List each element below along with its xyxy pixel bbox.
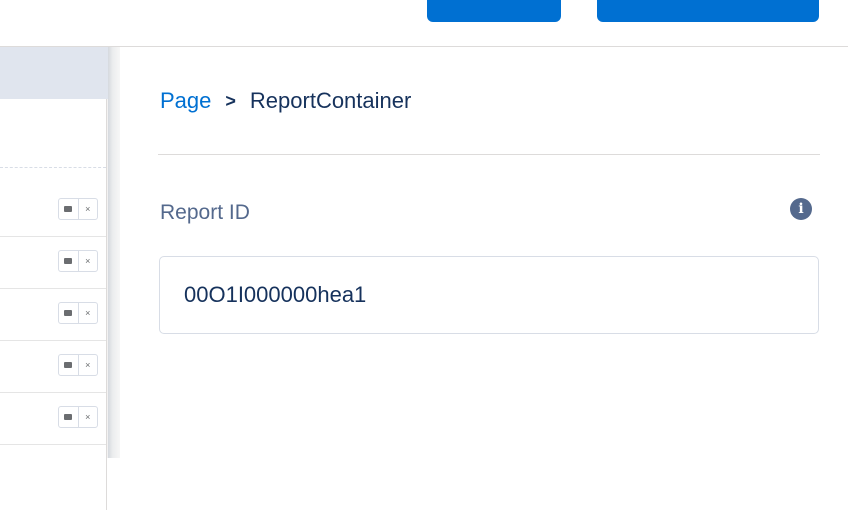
- close-icon: ×: [85, 308, 91, 318]
- envelope-icon: [64, 362, 73, 368]
- row-actions: ×: [58, 250, 98, 272]
- row-actions: ×: [58, 302, 98, 324]
- canvas-panel: × × × × ×: [0, 47, 108, 510]
- section-divider: [158, 154, 820, 155]
- envelope-icon: [64, 414, 73, 420]
- canvas-card: × × × × ×: [0, 99, 107, 510]
- top-toolbar: [0, 0, 848, 47]
- row-actions: ×: [58, 198, 98, 220]
- info-icon[interactable]: i: [790, 198, 812, 220]
- properties-panel: Page > ReportContainer Report ID i: [120, 47, 848, 458]
- email-button[interactable]: [59, 407, 78, 427]
- canvas-header: [0, 47, 108, 99]
- list-item[interactable]: ×: [0, 236, 106, 289]
- breadcrumb-separator: >: [225, 90, 236, 111]
- remove-button[interactable]: ×: [77, 199, 98, 219]
- email-button[interactable]: [59, 251, 78, 271]
- list-item[interactable]: ×: [0, 392, 106, 445]
- report-id-label: Report ID: [160, 201, 250, 224]
- remove-button[interactable]: ×: [77, 303, 98, 323]
- close-icon: ×: [85, 412, 91, 422]
- close-icon: ×: [85, 360, 91, 370]
- list-item[interactable]: ×: [0, 184, 106, 237]
- remove-button[interactable]: ×: [77, 251, 98, 271]
- row-actions: ×: [58, 354, 98, 376]
- report-id-input[interactable]: [159, 256, 819, 334]
- envelope-icon: [64, 206, 73, 212]
- email-button[interactable]: [59, 199, 78, 219]
- email-button[interactable]: [59, 303, 78, 323]
- panel-splitter[interactable]: [108, 47, 120, 458]
- toolbar-button-primary[interactable]: [427, 0, 561, 22]
- close-icon: ×: [85, 256, 91, 266]
- envelope-icon: [64, 310, 73, 316]
- row-actions: ×: [58, 406, 98, 428]
- breadcrumb: Page > ReportContainer: [160, 87, 411, 115]
- remove-button[interactable]: ×: [77, 407, 98, 427]
- breadcrumb-page-link[interactable]: Page: [160, 88, 211, 114]
- close-icon: ×: [85, 204, 91, 214]
- canvas-divider: [0, 167, 106, 168]
- email-button[interactable]: [59, 355, 78, 375]
- toolbar-button-secondary[interactable]: [597, 0, 819, 22]
- breadcrumb-current: ReportContainer: [249, 88, 412, 113]
- list-item[interactable]: ×: [0, 340, 106, 393]
- envelope-icon: [64, 258, 73, 264]
- list-item[interactable]: ×: [0, 288, 106, 341]
- remove-button[interactable]: ×: [77, 355, 98, 375]
